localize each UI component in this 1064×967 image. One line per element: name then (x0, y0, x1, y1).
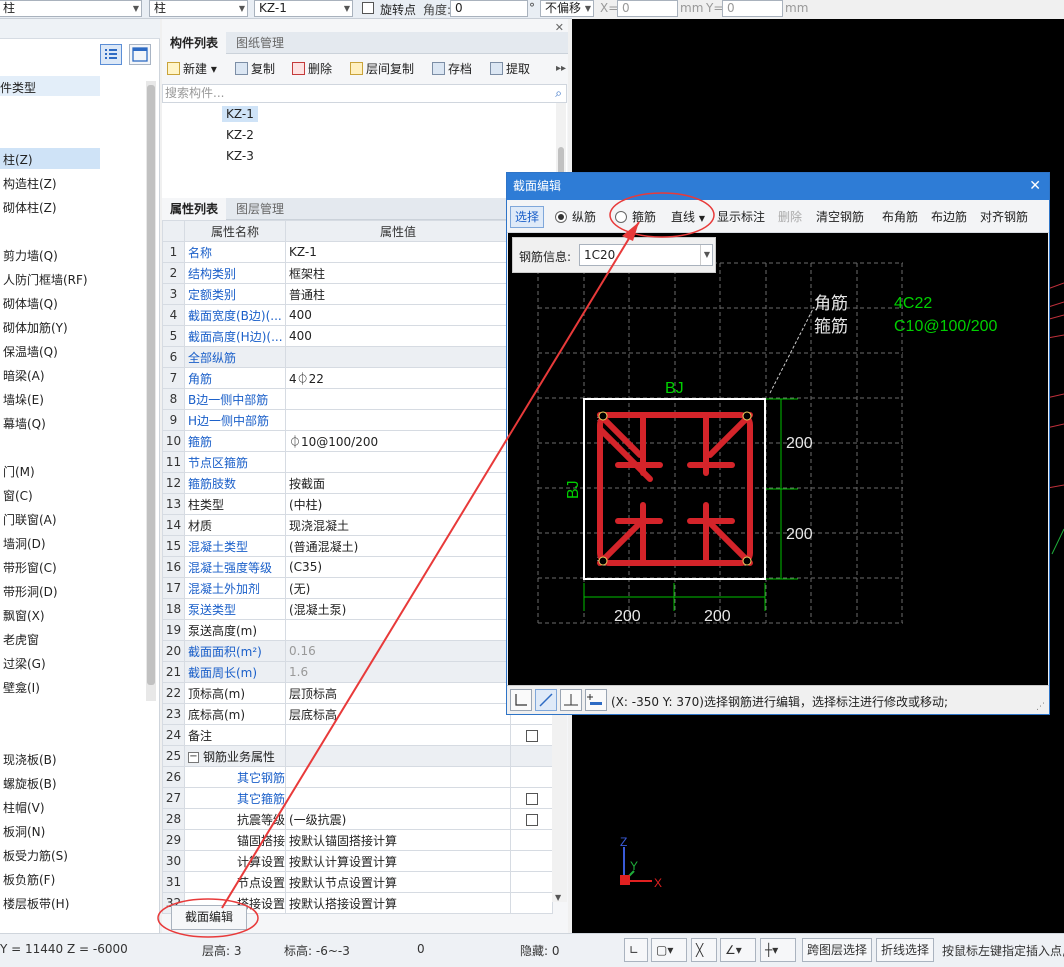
annotation-circle-stirrup (609, 192, 715, 238)
annotation-arrow (221, 221, 640, 909)
arrow-head (622, 222, 639, 241)
annotation-overlay (157, 192, 715, 938)
annotation-circle-section-edit (157, 898, 259, 938)
